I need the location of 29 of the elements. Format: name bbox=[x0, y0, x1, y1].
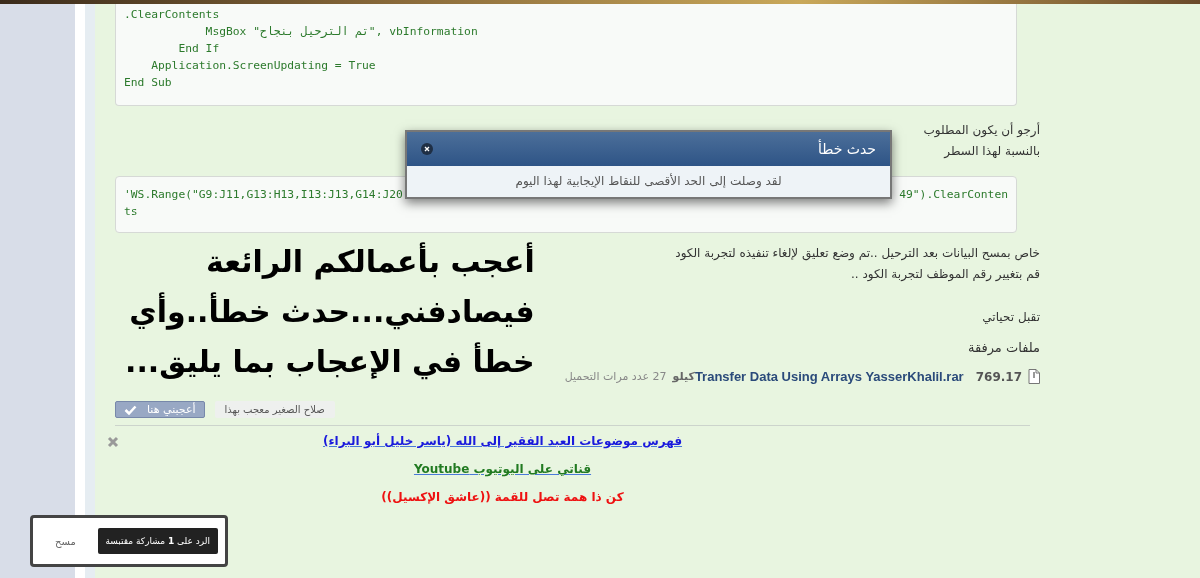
attachment-link[interactable]: Transfer Data Using Arrays YasserKhalil.rar bbox=[694, 369, 964, 384]
code-line: 'WS.Range("G9:J11,G13:H13,I13:J13,G14:J20 bbox=[124, 187, 403, 203]
attachments-heading: ملفات مرفقة bbox=[967, 340, 1040, 355]
size-unit: كيلو bbox=[672, 370, 695, 383]
file-icon bbox=[1028, 369, 1040, 384]
code-line: Application.ScreenUpdating = True bbox=[150, 58, 377, 74]
code-line: ts bbox=[124, 204, 139, 220]
closing-text: تقبل تحياتي bbox=[982, 309, 1040, 326]
dialog-title: حدث خطأ bbox=[817, 141, 876, 157]
download-count: 27 عدد مرات التحميل bbox=[564, 370, 667, 383]
signature-text: كن ذا همة تصل للقمة ((عاشق الإكسيل)) bbox=[381, 490, 624, 504]
code-line: End If bbox=[177, 41, 221, 57]
post-text: خاص بمسح البيانات بعد الترحيل ..تم وضع تعليق لإلغاء تنفيذه لتجربة الكود bbox=[675, 245, 1040, 263]
post-text: قم بتغيير رقم الموظف لتجربة الكود .. bbox=[850, 266, 1040, 284]
code-line: .ClearContents bbox=[124, 7, 221, 23]
file-size: 769.17 bbox=[975, 369, 1022, 384]
likers-text: صلاح الصغير معجب بهذا bbox=[214, 401, 335, 418]
signature-link[interactable]: قناتي على اليوتيوب Youtube bbox=[413, 462, 592, 476]
check-icon bbox=[124, 404, 137, 415]
code-line: End Sub bbox=[124, 75, 173, 91]
post-text: بالنسبة لهذا السطر bbox=[944, 143, 1040, 160]
clear-link[interactable]: مسح bbox=[55, 535, 76, 547]
close-icon[interactable] bbox=[421, 143, 433, 155]
signature-link[interactable]: فهرس موضوعات العبد الفقير إلى الله (ياسر خليل أبو البراء) bbox=[323, 434, 683, 448]
code-line: MsgBox "تم الترحيل بنجاح", vbInformation bbox=[204, 24, 479, 40]
comment-text: أعجب بأعمالكم الرائعة فيصادفني...حدث خطأ..وأي خطأ في الإعجاب بما يليق... bbox=[125, 241, 535, 382]
post-text: أرجو أن يكون المطلوب bbox=[923, 121, 1040, 139]
code-line: 49").ClearConten bbox=[899, 187, 1008, 203]
dialog-message: لقد وصلت إلى الحد الأقصى للنقاط الإيجابية لهذا اليوم bbox=[514, 172, 783, 190]
